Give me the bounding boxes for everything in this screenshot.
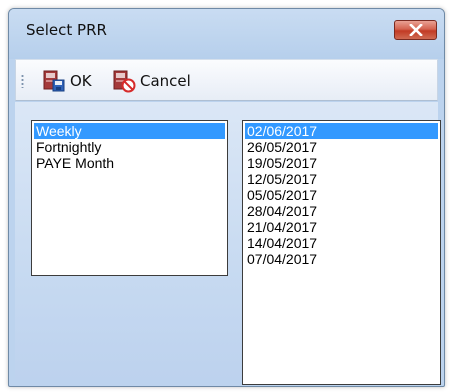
list-item[interactable]: 14/04/2017 (245, 235, 438, 251)
ok-button[interactable]: OK (42, 69, 92, 93)
toolbar: OK Cancel (15, 59, 438, 101)
cancel-label: Cancel (140, 72, 191, 90)
save-disk-icon (43, 70, 65, 92)
window-title: Select PRR (26, 21, 107, 39)
list-item[interactable]: 19/05/2017 (245, 155, 438, 171)
toolbar-grip[interactable] (21, 74, 24, 88)
dialog-content: Weekly Fortnightly PAYE Month 02/06/2017… (15, 102, 441, 385)
list-item[interactable]: Weekly (34, 123, 225, 139)
list-item[interactable]: 05/05/2017 (245, 187, 438, 203)
list-item[interactable]: 07/04/2017 (245, 251, 438, 267)
title-bar[interactable]: Select PRR (9, 9, 444, 59)
date-listbox[interactable]: 02/06/2017 26/05/2017 19/05/2017 12/05/2… (242, 120, 441, 385)
close-icon (408, 24, 423, 36)
ok-label: OK (70, 72, 92, 90)
list-item[interactable]: PAYE Month (34, 155, 225, 171)
cancel-document-icon (113, 70, 136, 93)
frequency-listbox[interactable]: Weekly Fortnightly PAYE Month (31, 120, 228, 276)
list-item[interactable]: 26/05/2017 (245, 139, 438, 155)
list-item[interactable]: Fortnightly (34, 139, 225, 155)
list-item[interactable]: 12/05/2017 (245, 171, 438, 187)
list-item[interactable]: 21/04/2017 (245, 219, 438, 235)
close-button[interactable] (394, 20, 437, 40)
list-item[interactable]: 02/06/2017 (245, 123, 438, 139)
list-item[interactable]: 28/04/2017 (245, 203, 438, 219)
cancel-button[interactable]: Cancel (112, 69, 191, 93)
select-prr-dialog: Select PRR OK Cancel Weekly Fortnightly … (8, 8, 445, 387)
